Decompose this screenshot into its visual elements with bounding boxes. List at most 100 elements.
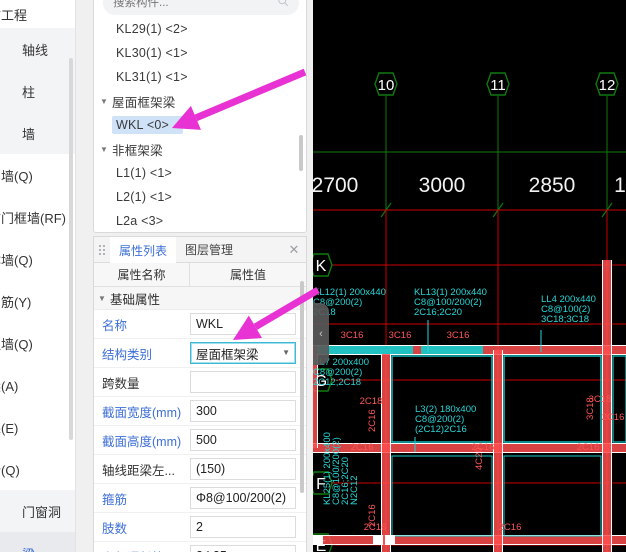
- tree-item[interactable]: L2a <3>: [94, 209, 306, 232]
- property-name: 截面高度(mm): [102, 434, 182, 449]
- sidebar-item-1[interactable]: 防门框墙(RF): [0, 196, 75, 238]
- joint-marker: [385, 535, 395, 545]
- sidebar-item-axis[interactable]: 轴线: [0, 28, 75, 70]
- sidebar-item-2[interactable]: 体墙(Q): [0, 238, 75, 280]
- property-row: 箍筋 Φ8@100/200(2): [94, 484, 306, 513]
- close-icon[interactable]: ✕: [282, 237, 306, 262]
- dimension-text: 1: [614, 174, 626, 197]
- grid-bubble-label: 12: [599, 77, 616, 94]
- property-value-input[interactable]: Φ8@100/200(2): [190, 487, 296, 509]
- sidebar-item-label: 墙(Q): [0, 462, 20, 478]
- rebar-run: [421, 346, 483, 354]
- drag-grip-icon[interactable]: [94, 237, 110, 262]
- sidebar-item-6[interactable]: 垛(E): [0, 406, 75, 448]
- tree-item-selected[interactable]: WKL <0>: [94, 113, 306, 137]
- rebar-annotation: 2C16: [577, 442, 600, 453]
- left-nav-scrollbar[interactable]: [69, 58, 73, 440]
- tree-item[interactable]: ▼ 非框架梁: [94, 137, 306, 161]
- property-row: 截面宽度(mm) 300: [94, 397, 306, 426]
- dimension-text: 2850: [529, 174, 576, 197]
- tree-item[interactable]: KL30(1) <1>: [94, 41, 306, 65]
- property-value-text: Φ8@100/200(2): [196, 491, 287, 505]
- property-value-input[interactable]: 2: [190, 516, 296, 538]
- beam-horizontal[interactable]: [313, 535, 626, 545]
- property-value-text: (150): [196, 462, 226, 476]
- rebar-run: [317, 346, 413, 354]
- component-tree-list[interactable]: KL29(1) <2> KL30(1) <1> KL31(1) <1> ▼ 屋面框架梁 W…: [94, 17, 306, 232]
- tree-item-label: WKL <0>: [112, 116, 184, 134]
- property-value-input[interactable]: [190, 371, 296, 393]
- rotated-annotation: 4C20: [474, 447, 485, 470]
- tree-item[interactable]: KL31(1) <1>: [94, 65, 306, 89]
- nav-group-block: 轴线 柱 墙: [0, 28, 75, 154]
- nav-title: 防工程: [0, 7, 28, 23]
- sidebar-item-5[interactable]: 梁(A): [0, 364, 75, 406]
- sidebar-item-column[interactable]: 柱: [0, 70, 75, 112]
- sidebar-item-label: 门窗洞: [22, 504, 62, 520]
- sidebar-item-wall[interactable]: 墙: [0, 112, 75, 154]
- sidebar-item-7[interactable]: 墙(Q): [0, 448, 75, 490]
- sidebar-item-0[interactable]: 力墙(Q): [0, 154, 75, 196]
- rebar-annotation: 2C18: [360, 396, 383, 407]
- property-panel-tabs[interactable]: 属性列表 图层管理 ✕: [94, 237, 306, 263]
- tree-item-label: 屋面框架梁: [112, 95, 176, 110]
- tree-scrollbar[interactable]: [299, 135, 303, 171]
- property-group-basic[interactable]: ▼ 基础属性: [94, 287, 306, 310]
- property-name: 截面宽度(mm): [102, 405, 182, 420]
- tree-item[interactable]: KL29(1) <2>: [94, 17, 306, 41]
- panel-collapse-handle[interactable]: ‹: [313, 303, 329, 365]
- rebar-annotation: 3C16: [341, 330, 364, 341]
- property-value-input[interactable]: 2Φ25: [190, 545, 296, 552]
- property-row: 截面高度(mm) 500: [94, 426, 306, 455]
- tab-layer-manager[interactable]: 图层管理: [176, 237, 242, 262]
- property-panel: 属性列表 图层管理 ✕ 属性名称 属性值 ▼ 基础属性 名称 WKL 结构类别 屋面框…: [93, 236, 307, 552]
- property-value-text: 300: [196, 404, 217, 418]
- property-row: 肢数 2: [94, 513, 306, 542]
- left-navigation-rail[interactable]: 防工程 轴线 柱 墙 力墙(Q) 防门框墙(RF) 体墙(Q) 加筋(Y) 温墙(Q) 梁…: [0, 0, 76, 552]
- dimension-text: 2700: [313, 174, 358, 197]
- property-name: 肢数: [102, 521, 128, 536]
- beam-annotation: 3C18;3C18: [541, 314, 589, 325]
- chevron-down-icon[interactable]: ▼: [282, 348, 290, 357]
- property-value-input[interactable]: 300: [190, 400, 296, 422]
- sidebar-item-label: 梁(A): [0, 378, 19, 394]
- property-rows: ▼ 基础属性 名称 WKL 结构类别 屋面框架梁 ▼ 跨数量 截面宽度(mm) 300 截面高度…: [94, 287, 306, 552]
- chevron-down-icon[interactable]: ▼: [100, 98, 112, 106]
- tree-item[interactable]: L1(1) <1>: [94, 161, 306, 185]
- component-panel: KL29(1) <2>KL30(1) <1>KL31(1) <1>▼屋面框架梁W…: [76, 0, 313, 552]
- property-value-input[interactable]: (150): [190, 458, 296, 480]
- tree-item-label: L1(1) <1>: [116, 166, 173, 180]
- search-icon[interactable]: [277, 0, 289, 12]
- property-select[interactable]: 屋面框架梁 ▼: [190, 342, 296, 364]
- property-value-input[interactable]: 500: [190, 429, 296, 451]
- cad-drawing-canvas[interactable]: 1011122700300028501KGFEKL13(1) 200x440C8…: [313, 0, 626, 552]
- property-scrollbar[interactable]: [300, 281, 304, 493]
- property-name: 结构类别: [102, 347, 153, 362]
- column-header-value: 属性值: [229, 268, 266, 282]
- property-table-header: 属性名称 属性值: [94, 263, 306, 287]
- tree-item-label: KL31(1) <1>: [116, 70, 188, 84]
- sidebar-item-8[interactable]: 门窗洞: [0, 490, 75, 532]
- tab-property-list[interactable]: 属性列表: [110, 237, 177, 263]
- sidebar-item-4[interactable]: 温墙(Q): [0, 322, 75, 364]
- search-box[interactable]: [103, 0, 299, 15]
- beam-annotation: (2C12)2C16: [415, 424, 467, 435]
- property-row: 上部通长筋2Φ25: [94, 542, 306, 552]
- component-tree-card: KL29(1) <2>KL30(1) <1>KL31(1) <1>▼屋面框架梁W…: [93, 0, 307, 233]
- property-value-text: 500: [196, 433, 217, 447]
- beam-vertical[interactable]: [602, 260, 612, 552]
- tree-item-label: KL29(1) <2>: [116, 22, 188, 36]
- property-value-input[interactable]: WKL: [190, 313, 296, 335]
- tree-item-label: 非框架梁: [112, 143, 163, 158]
- search-input[interactable]: [113, 0, 273, 14]
- rebar-annotation: 2C16: [351, 442, 374, 453]
- chevron-down-icon[interactable]: ▼: [100, 146, 112, 154]
- sidebar-item-list[interactable]: 力墙(Q) 防门框墙(RF) 体墙(Q) 加筋(Y) 温墙(Q) 梁(A) 垛(E) 墙(Q)…: [0, 154, 75, 552]
- tree-item[interactable]: L2(1) <1>: [94, 185, 306, 209]
- property-row: 名称 WKL: [94, 310, 306, 339]
- column-header-name: 属性名称: [94, 263, 190, 286]
- chevron-down-icon[interactable]: ▼: [98, 295, 110, 303]
- tree-item[interactable]: ▼ 屋面框架梁: [94, 89, 306, 113]
- sidebar-item-3[interactable]: 加筋(Y): [0, 280, 75, 322]
- sidebar-item-9[interactable]: 梁: [0, 532, 75, 552]
